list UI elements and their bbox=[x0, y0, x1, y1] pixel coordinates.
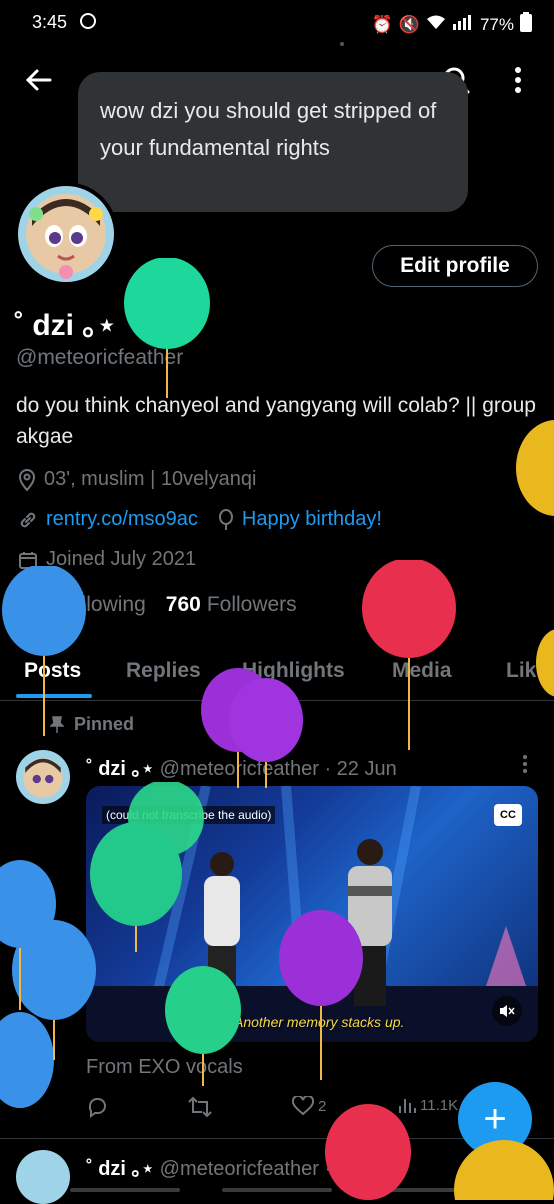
location-row: 03', muslim | 10velyanqi bbox=[18, 468, 256, 491]
avatar-image bbox=[18, 186, 114, 282]
more-button[interactable] bbox=[498, 60, 538, 100]
balloon-blue-1 bbox=[2, 566, 86, 736]
balloon-blue-2 bbox=[0, 860, 96, 1108]
location-text: 03', muslim | 10velyanqi bbox=[44, 468, 257, 490]
balloon-green-2 bbox=[90, 782, 204, 952]
tweet-author-name[interactable]: ˚ dzi ｡⋆ bbox=[86, 758, 154, 780]
mute-button[interactable] bbox=[492, 996, 522, 1026]
balloon-yellow-2 bbox=[536, 629, 554, 697]
views-count: 11.1K bbox=[420, 1096, 459, 1114]
notification-icon bbox=[80, 13, 96, 29]
mute-status-icon: 🔇 bbox=[398, 14, 420, 34]
profile-name: ˚ dzi ｡⋆ bbox=[14, 309, 117, 342]
tweet2-avatar[interactable] bbox=[16, 1150, 70, 1204]
compose-icon: + bbox=[483, 1096, 507, 1141]
alarm-icon: ⏰ bbox=[371, 14, 393, 34]
link-icon bbox=[20, 512, 36, 527]
followers-link[interactable]: 760 Followers bbox=[166, 593, 297, 617]
wifi-icon bbox=[426, 14, 446, 35]
tweet2-author-name[interactable]: ˚ dzi ｡⋆ bbox=[86, 1158, 154, 1180]
tab-replies[interactable]: Replies bbox=[126, 659, 201, 683]
nav-bar-center bbox=[222, 1188, 332, 1192]
followers-count: 760 bbox=[165, 593, 201, 616]
back-arrow-icon bbox=[25, 69, 52, 91]
balloon-red-1 bbox=[362, 560, 456, 750]
status-bar: 3:45 ⏰ 🔇 77% bbox=[0, 0, 554, 44]
camera-dot bbox=[340, 42, 344, 46]
balloon-yellow-3 bbox=[454, 1140, 554, 1200]
retweet-icon bbox=[188, 1096, 212, 1118]
links-row: rentry.co/mso9ac Happy birthday! bbox=[18, 508, 382, 531]
balloon-purple-2 bbox=[279, 910, 363, 1080]
tweet-avatar[interactable] bbox=[16, 750, 70, 804]
balloon-green-1 bbox=[124, 258, 210, 398]
like-icon bbox=[292, 1096, 314, 1116]
balloon-icon bbox=[218, 508, 233, 530]
tweet-more-button[interactable] bbox=[522, 754, 528, 779]
edit-profile-button[interactable]: Edit profile bbox=[372, 245, 538, 287]
nav-bar-left bbox=[70, 1188, 180, 1192]
signal-icon bbox=[452, 14, 474, 35]
profile-link[interactable]: rentry.co/mso9ac bbox=[46, 508, 198, 531]
followers-label: Followers bbox=[206, 593, 297, 616]
profile-bio: do you think chanyeol and yangyang will … bbox=[16, 394, 536, 448]
birthday-link[interactable]: Happy birthday! bbox=[242, 508, 382, 531]
cc-button[interactable]: CC bbox=[494, 804, 522, 826]
status-time: 3:45 bbox=[32, 12, 68, 32]
more-icon bbox=[515, 67, 521, 93]
tweet-more-icon bbox=[523, 755, 527, 773]
battery-text: 77% bbox=[479, 14, 514, 34]
balloon-green-3 bbox=[165, 966, 241, 1086]
balloon-purple-1 bbox=[201, 668, 303, 788]
tweet2-header: ˚ dzi ｡⋆ @meteoricfeather · 1h bbox=[86, 1152, 359, 1181]
battery-icon bbox=[520, 12, 532, 37]
retweet-button[interactable] bbox=[188, 1096, 212, 1118]
back-button[interactable] bbox=[18, 60, 58, 100]
like-button[interactable]: 2 bbox=[292, 1096, 326, 1116]
profile-avatar[interactable] bbox=[14, 182, 118, 286]
balloon-red-2 bbox=[325, 1104, 411, 1200]
tooltip-bubble: wow dzi you should get stripped of your … bbox=[78, 72, 468, 212]
mute-icon bbox=[500, 1005, 515, 1017]
tweet-avatar-image bbox=[18, 752, 68, 802]
location-icon bbox=[18, 468, 36, 491]
status-icons: ⏰ 🔇 77% bbox=[372, 12, 532, 37]
balloon-yellow-1 bbox=[516, 420, 554, 516]
